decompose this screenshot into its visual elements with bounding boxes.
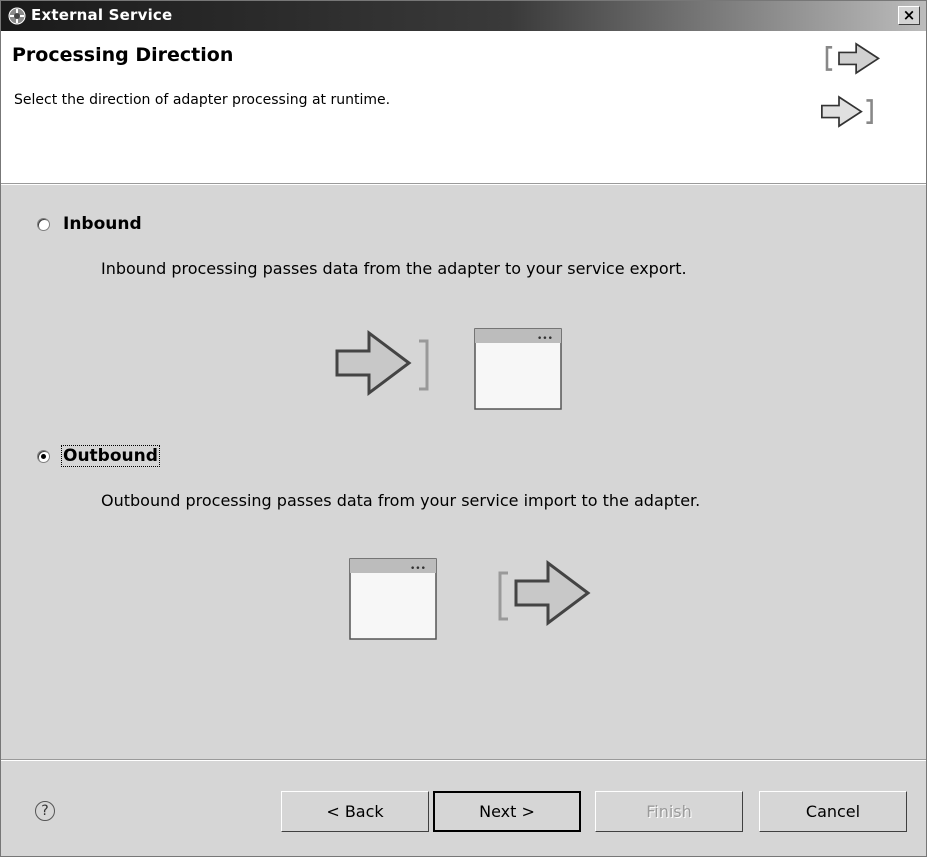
finish-button[interactable]: Finish xyxy=(595,791,743,832)
cancel-button[interactable]: Cancel xyxy=(759,791,907,832)
svg-text:•••: ••• xyxy=(537,334,553,344)
outbound-illustration-icon: ••• xyxy=(349,558,591,640)
window-title: External Service xyxy=(31,6,173,24)
processing-direction-icon xyxy=(821,42,880,128)
inbound-description: Inbound processing passes data from the … xyxy=(101,259,687,278)
external-service-dialog: External Service × Processing Direction … xyxy=(0,0,927,857)
back-button[interactable]: < Back xyxy=(281,791,429,832)
outbound-option[interactable]: Outbound xyxy=(37,445,160,467)
outbound-label[interactable]: Outbound xyxy=(61,445,160,467)
close-button[interactable]: × xyxy=(898,6,920,25)
title-bar[interactable]: External Service × xyxy=(1,1,926,31)
svg-text:•••: ••• xyxy=(410,564,426,574)
inbound-radio[interactable] xyxy=(37,217,50,231)
inbound-label[interactable]: Inbound xyxy=(62,214,143,234)
page-description: Select the direction of adapter processi… xyxy=(14,92,391,108)
wizard-header: Processing Direction Select the directio… xyxy=(1,31,926,184)
page-title: Processing Direction xyxy=(12,44,234,66)
header-divider xyxy=(1,184,926,185)
outbound-radio[interactable] xyxy=(37,449,50,463)
external-service-icon xyxy=(8,7,26,25)
inbound-option[interactable]: Inbound xyxy=(37,214,143,234)
next-button[interactable]: Next > xyxy=(433,791,581,832)
outbound-description: Outbound processing passes data from you… xyxy=(101,491,701,510)
inbound-illustration-icon: ••• xyxy=(335,328,562,410)
help-icon[interactable]: ? xyxy=(35,801,55,821)
